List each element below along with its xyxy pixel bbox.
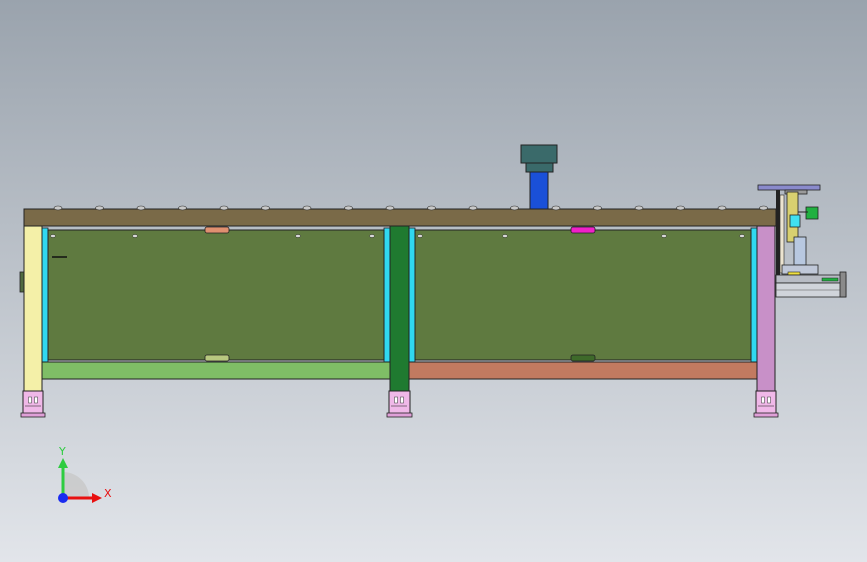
top-plate-bolt bbox=[634, 205, 644, 211]
left-bay-bottom-tab bbox=[204, 354, 230, 362]
leg-right-foot bbox=[755, 390, 777, 416]
top-plate-bolt bbox=[593, 205, 602, 211]
cad-viewport[interactable]: Y X bbox=[0, 0, 867, 562]
panel-screw bbox=[295, 234, 301, 238]
foot-bolt bbox=[400, 396, 404, 404]
panel-screw bbox=[502, 234, 508, 238]
leg-middle-base bbox=[386, 412, 413, 418]
leg-left[interactable] bbox=[20, 225, 46, 418]
leg-right-base bbox=[753, 412, 779, 418]
mechanism-frame-mid bbox=[779, 194, 785, 274]
top-plate-bolt bbox=[136, 205, 146, 211]
column-cap-lower bbox=[525, 162, 554, 173]
right-bay-bottom-tab bbox=[570, 354, 596, 362]
foot-bolt bbox=[34, 396, 38, 404]
leg-middle-post bbox=[389, 225, 410, 392]
foot-bolt bbox=[394, 396, 398, 404]
top-plate-bolt bbox=[53, 205, 63, 211]
right-bay-cyan-frame-right bbox=[750, 227, 758, 363]
leg-right[interactable] bbox=[753, 225, 779, 418]
right-bottom-beam[interactable] bbox=[408, 361, 758, 380]
top-plate-bolt bbox=[427, 205, 436, 211]
panel-screw bbox=[417, 234, 423, 238]
triad-y-label: Y bbox=[58, 445, 66, 458]
left-bay-top-tab bbox=[204, 226, 230, 234]
mechanism-top-plate bbox=[757, 184, 821, 191]
mechanism-tab bbox=[787, 271, 801, 276]
right-bay[interactable] bbox=[408, 226, 758, 380]
leg-left-foot bbox=[22, 390, 44, 416]
right-bay-panel[interactable] bbox=[414, 229, 752, 361]
top-plate-bolt bbox=[676, 205, 685, 211]
left-bay-panel[interactable] bbox=[47, 229, 385, 361]
top-plate-bolt bbox=[759, 205, 768, 211]
left-bay-cyan-frame-left bbox=[41, 227, 49, 363]
triad-z-axis bbox=[58, 493, 68, 503]
mechanism-green-block bbox=[805, 206, 819, 220]
leg-right-post bbox=[756, 225, 776, 392]
right-bay-cyan-frame-left bbox=[408, 227, 416, 363]
mechanism-frame-left bbox=[776, 190, 780, 275]
panel-screw bbox=[132, 234, 138, 238]
foot-bolt bbox=[761, 396, 765, 404]
column-body bbox=[529, 171, 549, 210]
mechanism-cyan-block bbox=[789, 214, 801, 228]
leg-left-post bbox=[23, 225, 43, 392]
top-plate-bolt bbox=[510, 205, 519, 211]
left-bottom-beam[interactable] bbox=[41, 361, 391, 380]
left-bay-cyan-frame-right bbox=[383, 227, 391, 363]
conveyor-green-tag bbox=[821, 277, 839, 282]
top-plate[interactable] bbox=[23, 208, 777, 227]
top-plate-bolt bbox=[261, 205, 270, 211]
panel-screw bbox=[661, 234, 667, 238]
top-plate-bolt bbox=[551, 205, 561, 211]
machine-front-view[interactable]: Y X bbox=[0, 0, 867, 562]
top-plate-bolt bbox=[219, 205, 229, 211]
panel-screw bbox=[369, 234, 375, 238]
conveyor-end-cap bbox=[839, 271, 847, 298]
left-bay[interactable] bbox=[41, 226, 391, 380]
leg-middle-foot bbox=[388, 390, 411, 416]
top-plate-bolt bbox=[717, 205, 727, 211]
leg-left-base bbox=[20, 412, 46, 418]
mechanism-bracket bbox=[793, 236, 807, 266]
top-plate-bolt bbox=[178, 205, 187, 211]
column-cap bbox=[520, 144, 558, 164]
top-plate-bolt bbox=[468, 205, 478, 211]
top-plate-bolt bbox=[95, 205, 104, 211]
panel-screw bbox=[50, 234, 56, 238]
right-bay-top-tab bbox=[570, 226, 596, 234]
foot-bolt bbox=[28, 396, 32, 404]
foot-bolt bbox=[767, 396, 771, 404]
triad-x-label: X bbox=[104, 487, 112, 500]
top-plate-bolt bbox=[385, 205, 395, 211]
top-plate-bolt bbox=[344, 205, 353, 211]
leg-middle[interactable] bbox=[386, 225, 413, 418]
top-plate-bolt bbox=[302, 205, 312, 211]
panel-screw bbox=[739, 234, 745, 238]
